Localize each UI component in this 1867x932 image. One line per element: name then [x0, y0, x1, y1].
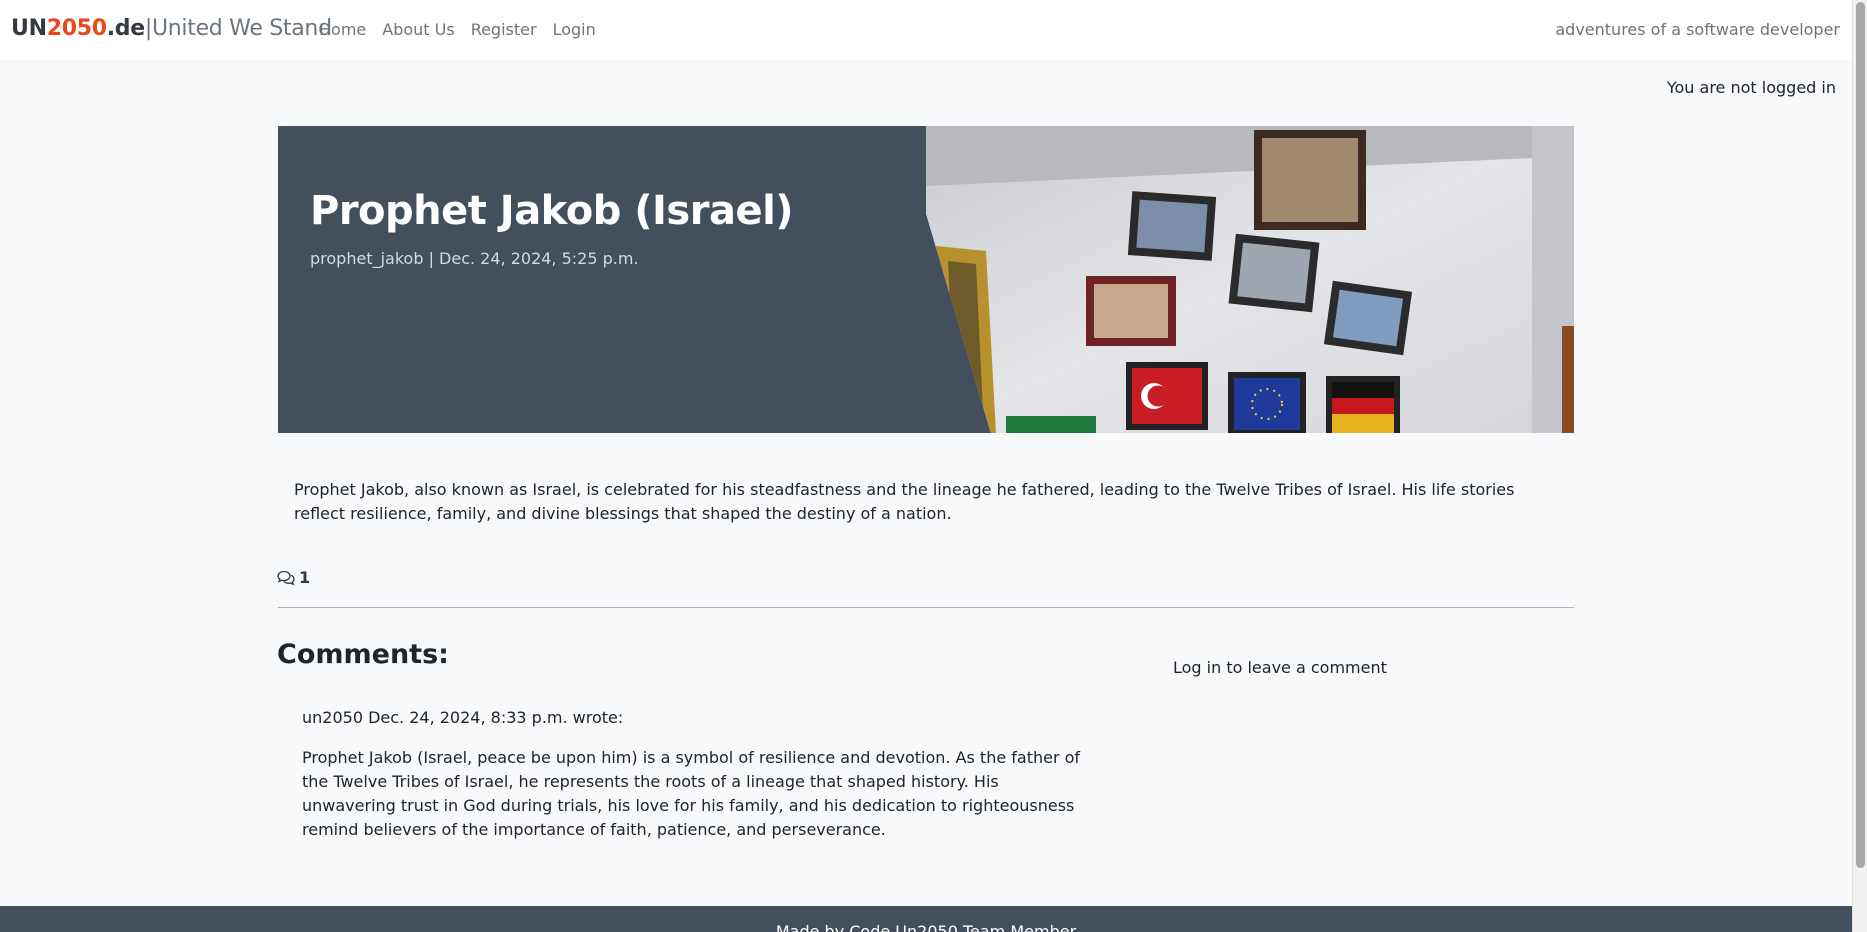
post-body: Prophet Jakob, also known as Israel, is … — [294, 480, 1515, 523]
comment-text: Prophet Jakob (Israel, peace be upon him… — [302, 748, 1081, 839]
navbar: UN2050.de|United We Stand Home About Us … — [0, 0, 1852, 60]
brand-de: .de — [106, 16, 145, 41]
page-scrollbar[interactable] — [1852, 0, 1867, 932]
post-hero-image — [926, 126, 1574, 433]
nav-link-login[interactable]: Login — [553, 20, 596, 39]
nav-link-home[interactable]: Home — [319, 20, 366, 39]
brand-separator: | — [144, 16, 152, 41]
footer: Made by Code Un2050 Team Member — [0, 906, 1852, 932]
comment-count[interactable]: 1 — [277, 568, 310, 587]
comment-meta: un2050 Dec. 24, 2024, 8:33 p.m. wrote: — [302, 708, 624, 727]
brand-un: UN — [11, 16, 47, 41]
post-title: Prophet Jakob (Israel) — [310, 188, 794, 234]
login-status: You are not logged in — [1666, 78, 1836, 97]
post-hero: Prophet Jakob (Israel) prophet_jakob | D… — [278, 126, 1574, 433]
brand-2050: 2050 — [46, 16, 107, 41]
comments-icon — [277, 570, 295, 586]
post-meta: prophet_jakob | Dec. 24, 2024, 5:25 p.m. — [310, 249, 639, 268]
comment-count-value: 1 — [299, 568, 311, 587]
brand-logo[interactable]: UN2050.de|United We Stand — [11, 16, 332, 41]
brand-tagline: United We Stand — [151, 16, 332, 41]
nav-link-register[interactable]: Register — [471, 20, 537, 39]
nav-link-about-us[interactable]: About Us — [382, 20, 454, 39]
navbar-right-text[interactable]: adventures of a software developer — [1555, 20, 1840, 39]
login-to-comment-prompt[interactable]: Log in to leave a comment — [1173, 658, 1387, 677]
nav-links: Home About Us Register Login — [319, 20, 612, 39]
scrollbar-thumb[interactable] — [1856, 2, 1865, 868]
footer-text: Made by Code Un2050 Team Member — [775, 922, 1077, 932]
divider — [278, 607, 1574, 608]
comments-heading: Comments: — [277, 639, 449, 670]
